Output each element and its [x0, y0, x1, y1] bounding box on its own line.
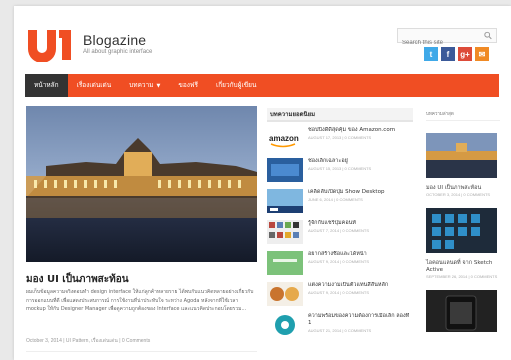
list-item-title[interactable]: ความพร้อมของความต้องการเมื่อเล็ก ลองที่ …	[308, 313, 413, 327]
recent-thumbnail[interactable]	[426, 290, 497, 332]
popular-list: amazon ชอปปิ้งดีดีสุดคุ้ม ของ Amazon.com…	[267, 127, 413, 344]
list-item-title[interactable]: แต่งความงามเป็นตัวแทนสีสันหลัก	[308, 282, 413, 289]
list-item[interactable]: amazon ชอปปิ้งดีดีสุดคุ้ม ของ Amazon.com…	[267, 127, 413, 158]
recent-thumbnail[interactable]	[426, 133, 497, 178]
svg-text:amazon: amazon	[269, 134, 299, 143]
thumbnail-image	[267, 158, 303, 182]
page: Blogazine All about graphic interface t …	[14, 6, 511, 360]
nav-item-articles[interactable]: บทความ ▼	[120, 74, 169, 97]
social-links: t f g+ ✉	[424, 47, 489, 61]
thumbnail-image	[267, 282, 303, 306]
list-item[interactable]: ช่องเล็กเฉลาะอยู่ AUGUST 15, 2013 | 0 COM…	[267, 158, 413, 189]
thumbnail-image	[267, 220, 303, 244]
recent-item-title[interactable]: ไอคอนแลนดที่ จาก Sketch Active	[426, 260, 500, 274]
list-item[interactable]: รู้จักกับแชร์ปุ่มคอนท์ AUGUST 7, 2014 | 0…	[267, 220, 413, 251]
search-box	[397, 28, 497, 50]
featured-meta: October 3, 2014 | UI Pattern, เรื่องเด่น…	[26, 338, 151, 344]
recent-item-meta: OCTOBER 3, 2014 | 0 COMMENTS	[426, 192, 491, 197]
list-item[interactable]: แต่งความงามเป็นตัวแทนสีสันหลัก AUGUST 9, …	[267, 282, 413, 313]
list-item-meta: AUGUST 9, 2014 | 0 COMMENTS	[308, 259, 369, 264]
popular-heading: บทความยอดนิยม	[267, 108, 413, 122]
nav-item-home[interactable]: หน้าหลัก	[25, 74, 68, 97]
list-item-meta: AUGUST 7, 2014 | 0 COMMENTS	[308, 228, 369, 233]
featured-image[interactable]	[26, 106, 257, 262]
divider	[26, 351, 257, 352]
nav-item-articles-label: บทความ	[129, 81, 154, 89]
facebook-icon[interactable]: f	[441, 47, 455, 61]
email-icon[interactable]: ✉	[475, 47, 489, 61]
list-item-meta: AUGUST 15, 2013 | 0 COMMENTS	[308, 166, 372, 171]
site-logo[interactable]	[26, 26, 76, 62]
list-item-title[interactable]: เคล็ดลับเปิดปุ่ม Show Desktop	[308, 189, 413, 196]
thumbnail-image	[267, 313, 303, 337]
list-item-meta: AUGUST 9, 2014 | 0 COMMENTS	[308, 290, 369, 295]
recent-sidebar: บทความล่าสุด มอง UI เป็นภาพสะท้อน OCTOBE…	[426, 110, 500, 336]
brand-tagline: All about graphic interface	[83, 49, 153, 55]
search-icon[interactable]	[484, 31, 492, 40]
recent-item-meta: SEPTEMBER 26, 2014 | 0 COMMENTS	[426, 274, 498, 279]
nav-item-featured[interactable]: เรื่องเด่นเด่น	[68, 74, 121, 97]
nav-item-about[interactable]: เกี่ยวกับผู้เขียน	[207, 74, 265, 97]
list-item-title[interactable]: อยากสร้างชื่อและได้หน้า	[308, 251, 413, 258]
list-item[interactable]: เคล็ดลับเปิดปุ่ม Show Desktop JUNE 6, 201…	[267, 189, 413, 220]
google-plus-icon[interactable]: g+	[458, 47, 472, 61]
thumbnail-image	[267, 251, 303, 275]
thumbnail-image	[267, 189, 303, 213]
list-item-title[interactable]: รู้จักกับแชร์ปุ่มคอนท์	[308, 220, 413, 227]
list-item-meta: AUGUST 17, 2013 | 0 COMMENTS	[308, 135, 372, 140]
brand: Blogazine All about graphic interface	[83, 32, 152, 55]
thumbnail-amazon: amazon	[267, 127, 303, 151]
chevron-down-icon: ▼	[156, 83, 161, 89]
featured-title[interactable]: มอง UI เป็นภาพสะท้อน	[26, 272, 129, 287]
list-item-meta: JUNE 6, 2014 | 0 COMMENTS	[308, 197, 363, 202]
featured-excerpt: ผมเก็บข้อมูลความจริงตอนทำ design interfa…	[26, 289, 254, 312]
main-nav: หน้าหลัก เรื่องเด่นเด่น บทความ ▼ ของฟรี เ…	[25, 74, 499, 97]
recent-item-title[interactable]: มอง UI เป็นภาพสะท้อน	[426, 185, 500, 192]
list-item-title[interactable]: ชอปปิ้งดีดีสุดคุ้ม ของ Amazon.com	[308, 127, 413, 134]
list-item-meta: AUGUST 21, 2014 | 0 COMMENTS	[308, 328, 372, 333]
recent-thumbnail[interactable]	[426, 208, 497, 253]
twitter-icon[interactable]: t	[424, 47, 438, 61]
list-item[interactable]: ความพร้อมของความต้องการเมื่อเล็ก ลองที่ …	[267, 313, 413, 344]
list-item[interactable]: อยากสร้างชื่อและได้หน้า AUGUST 9, 2014 | …	[267, 251, 413, 282]
brand-name[interactable]: Blogazine	[83, 32, 152, 48]
nav-item-freebies[interactable]: ของฟรี	[169, 74, 207, 97]
list-item-title[interactable]: ช่องเล็กเฉลาะอยู่	[308, 158, 413, 165]
recent-heading: บทความล่าสุด	[426, 110, 500, 121]
